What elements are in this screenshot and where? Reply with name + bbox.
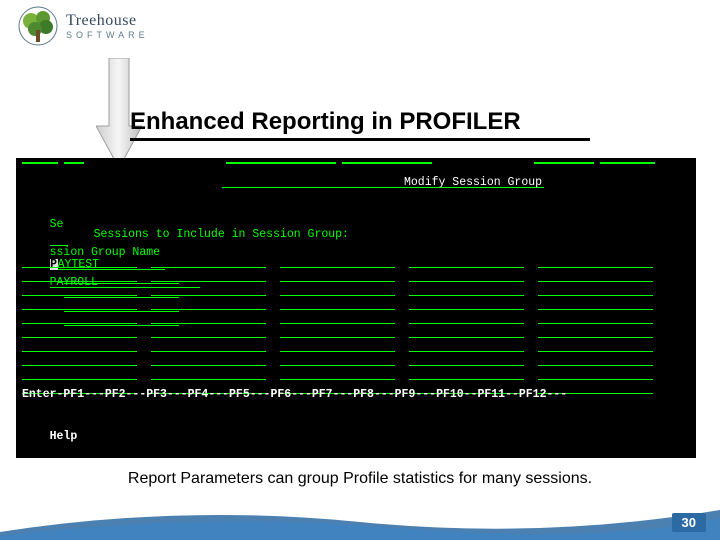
- session-row: [22, 326, 690, 340]
- terminal-window: Modify Session Group Se ssion Group Name…: [16, 158, 696, 458]
- terminal-title-row: Modify Session Group: [22, 176, 690, 190]
- logo-name: Treehouse: [66, 12, 149, 30]
- terminal-title: Modify Session Group: [402, 176, 544, 188]
- logo: Treehouse SOFTWARE: [18, 6, 149, 46]
- include-label: Sessions to Include in Session Group:: [22, 214, 690, 228]
- page-number: 30: [672, 513, 706, 532]
- spacer: [22, 204, 690, 214]
- session-row: [22, 256, 690, 270]
- top-dash-line: [22, 162, 690, 176]
- session-row: [22, 284, 690, 298]
- session-row-0: PAYTEST . . . .: [22, 228, 690, 242]
- slide-caption: Report Parameters can group Profile stat…: [60, 470, 660, 488]
- group-name-row: Se ssion Group Name PAYROLL: [22, 190, 690, 204]
- bottom-swoosh: 30: [0, 502, 720, 540]
- session-row: [22, 312, 690, 326]
- session-row: [22, 270, 690, 284]
- session-row: [22, 340, 690, 354]
- session-row: [22, 298, 690, 312]
- page-title: Enhanced Reporting in PROFILER: [130, 108, 590, 141]
- session-row: [22, 368, 690, 382]
- session-row: [22, 242, 690, 256]
- session-row: [22, 354, 690, 368]
- pf1-label[interactable]: Help: [50, 430, 78, 443]
- pf-keys-labels: Help End Exit: [22, 402, 690, 416]
- logo-sub: SOFTWARE: [66, 30, 149, 40]
- pf-keys-header: Enter-PF1---PF2---PF3---PF4---PF5---PF6-…: [22, 388, 690, 402]
- tree-icon: [18, 6, 58, 46]
